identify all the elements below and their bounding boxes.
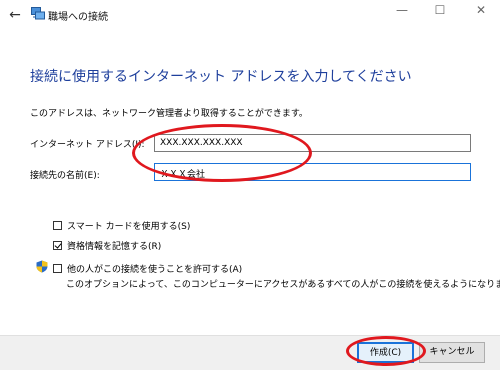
- close-button[interactable]: ✕: [466, 0, 496, 22]
- back-arrow-icon[interactable]: ←: [5, 5, 25, 25]
- highlight-ellipse-create: [346, 336, 426, 366]
- destination-name-label: 接続先の名前(E):: [30, 171, 100, 181]
- window-title: 職場への接続: [48, 12, 108, 23]
- allow-others-checkbox[interactable]: [53, 264, 62, 273]
- remember-credentials-option[interactable]: 資格情報を記憶する(R): [53, 239, 161, 252]
- internet-address-label: インターネット アドレス(I):: [30, 140, 145, 150]
- allow-others-note: このオプションによって、このコンピューターにアクセスがあるすべての人がこの接続を…: [66, 280, 500, 290]
- remember-credentials-checkbox[interactable]: [53, 241, 62, 250]
- network-connection-icon: [31, 7, 45, 20]
- smart-card-checkbox[interactable]: [53, 221, 62, 230]
- remember-credentials-label: 資格情報を記憶する(R): [67, 242, 162, 252]
- title-bar: ← 職場への接続 — ☐ ✕: [0, 0, 500, 30]
- description-text: このアドレスは、ネットワーク管理者より取得することができます。: [30, 109, 308, 119]
- allow-others-option[interactable]: 他の人がこの接続を使うことを許可する(A): [53, 262, 242, 275]
- cancel-button[interactable]: キャンセル: [419, 342, 485, 363]
- minimize-button[interactable]: —: [387, 0, 417, 22]
- page-heading: 接続に使用するインターネット アドレスを入力してください: [30, 69, 412, 85]
- smart-card-option[interactable]: スマート カードを使用する(S): [53, 219, 190, 232]
- uac-shield-icon: [36, 260, 48, 273]
- allow-others-label: 他の人がこの接続を使うことを許可する(A): [67, 265, 243, 275]
- highlight-ellipse-fields: [132, 124, 312, 182]
- smart-card-label: スマート カードを使用する(S): [67, 222, 191, 232]
- maximize-button[interactable]: ☐: [425, 0, 455, 22]
